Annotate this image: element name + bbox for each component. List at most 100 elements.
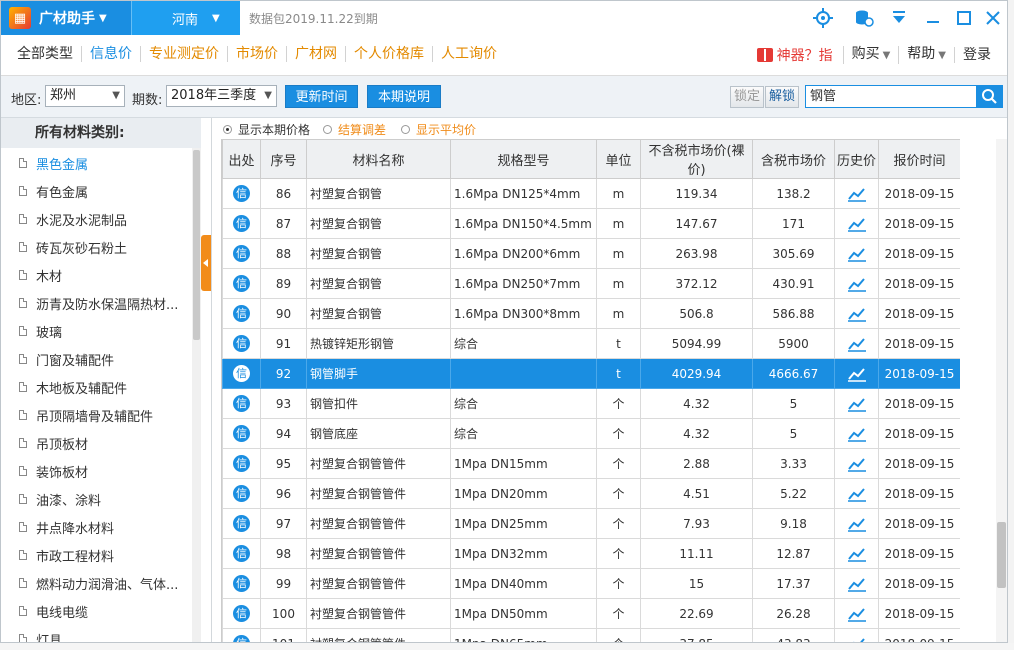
sidebar-item-category[interactable]: 灯具: [1, 625, 191, 642]
table-row[interactable]: 信 89 衬塑复合钢管 1.6Mpa DN250*7mm m 372.12 430.91 20…: [222, 268, 960, 299]
sidebar-item-category[interactable]: 水泥及水泥制品: [1, 205, 191, 233]
trend-chart-icon[interactable]: [847, 276, 867, 292]
source-info-badge[interactable]: 信: [233, 545, 250, 562]
source-info-badge[interactable]: 信: [233, 395, 250, 412]
trend-chart-icon[interactable]: [847, 246, 867, 262]
close-icon[interactable]: [983, 8, 1003, 28]
table-row[interactable]: 信 88 衬塑复合钢管 1.6Mpa DN200*6mm m 263.98 305.69 20…: [222, 238, 960, 269]
trend-chart-icon[interactable]: [847, 186, 867, 202]
source-info-badge[interactable]: 信: [233, 305, 250, 322]
table-row[interactable]: 信 91 热镀锌矩形钢管 综合 t 5094.99 5900 2018-09-15: [222, 328, 960, 359]
update-time-button[interactable]: 更新时间: [285, 85, 358, 108]
region-dropdown[interactable]: 河南 ▼: [131, 1, 240, 35]
sidebar-item-category[interactable]: 吊顶板材: [1, 429, 191, 457]
table-row[interactable]: 信 99 衬塑复合钢管管件 1Mpa DN40mm 个 15 17.37 2018-09-15: [222, 568, 960, 599]
source-info-badge[interactable]: 信: [233, 485, 250, 502]
sidebar-item-category[interactable]: 黑色金属: [1, 149, 191, 177]
table-row[interactable]: 信 100 衬塑复合钢管管件 1Mpa DN50mm 个 22.69 26.28 2018-0…: [222, 598, 960, 629]
target-icon[interactable]: [812, 8, 834, 30]
table-row[interactable]: 信 87 衬塑复合钢管 1.6Mpa DN150*4.5mm m 147.67 171 201…: [222, 208, 960, 239]
trend-chart-icon[interactable]: [847, 216, 867, 232]
source-info-badge[interactable]: 信: [233, 275, 250, 292]
login-button[interactable]: 登录: [954, 47, 999, 63]
trend-chart-icon[interactable]: [847, 306, 867, 322]
sidebar-item-category[interactable]: 吊顶隔墙骨及辅配件: [1, 401, 191, 429]
trend-chart-icon[interactable]: [847, 426, 867, 442]
database-icon[interactable]: [853, 8, 875, 30]
source-info-badge[interactable]: 信: [233, 425, 250, 442]
column-header[interactable]: 不含税市场价(裸价): [640, 139, 753, 179]
table-row[interactable]: 信 93 钢管扣件 综合个 4.32 5 2018-09-15: [222, 388, 960, 419]
sidebar-item-category[interactable]: 玻璃: [1, 317, 191, 345]
trend-chart-icon[interactable]: [847, 396, 867, 412]
search-button[interactable]: [976, 85, 1003, 108]
trend-chart-icon[interactable]: [847, 366, 867, 382]
table-row[interactable]: 信 92 钢管脚手 t 4029.94 4666.67 2018-09-15: [222, 358, 960, 389]
trend-chart-icon[interactable]: [847, 606, 867, 622]
app-menu-button[interactable]: ▦ 广材助手 ▼: [1, 1, 131, 35]
column-header[interactable]: 历史价: [834, 139, 879, 179]
lock-button[interactable]: 锁定: [730, 86, 764, 108]
unlock-button[interactable]: 解锁: [765, 86, 799, 108]
period-description-button[interactable]: 本期说明: [367, 85, 441, 108]
tab-manual-inquiry[interactable]: 人工询价: [433, 46, 505, 62]
table-row[interactable]: 信 95 衬塑复合钢管管件 1Mpa DN15mm 个 2.88 3.33 2018-09-1…: [222, 448, 960, 479]
tab-market-price[interactable]: 市场价: [228, 46, 287, 62]
column-header[interactable]: 含税市场价: [752, 139, 835, 179]
column-header[interactable]: 报价时间: [878, 139, 960, 179]
source-info-badge[interactable]: 信: [233, 635, 250, 642]
collapse-sidebar-handle[interactable]: [201, 235, 211, 291]
column-header[interactable]: 出处: [222, 139, 261, 179]
source-info-badge[interactable]: 信: [233, 245, 250, 262]
source-info-badge[interactable]: 信: [233, 365, 250, 382]
sidebar-scrollbar[interactable]: [192, 148, 201, 642]
source-info-badge[interactable]: 信: [233, 515, 250, 532]
trend-chart-icon[interactable]: [847, 576, 867, 592]
help-menu[interactable]: 帮助 ▼: [898, 46, 954, 64]
source-info-badge[interactable]: 信: [233, 185, 250, 202]
table-row[interactable]: 信 94 钢管底座 综合个 4.32 5 2018-09-15: [222, 418, 960, 449]
sidebar-item-category[interactable]: 井点降水材料: [1, 513, 191, 541]
buy-menu[interactable]: 购买 ▼: [842, 46, 899, 64]
table-row[interactable]: 信 90 衬塑复合钢管 1.6Mpa DN300*8mm m 506.8 586.88 201…: [222, 298, 960, 329]
tab-guangcai-web[interactable]: 广材网: [287, 46, 346, 62]
column-header[interactable]: 序号: [260, 139, 307, 179]
radio-show-period-price[interactable]: 显示本期价格: [223, 121, 310, 138]
column-header[interactable]: 材料名称: [306, 139, 451, 179]
sidebar-item-category[interactable]: 电线电缆: [1, 597, 191, 625]
period-select[interactable]: 2018年三季度 ▼: [166, 85, 277, 107]
tab-all-types[interactable]: 全部类型: [9, 46, 82, 62]
trend-chart-icon[interactable]: [847, 456, 867, 472]
sidebar-item-category[interactable]: 燃料动力润滑油、气体...: [1, 569, 191, 597]
source-info-badge[interactable]: 信: [233, 575, 250, 592]
sidebar-item-category[interactable]: 沥青及防水保温隔热材...: [1, 289, 191, 317]
source-info-badge[interactable]: 信: [233, 335, 250, 352]
table-scroll-thumb[interactable]: [997, 522, 1006, 588]
sidebar-item-category[interactable]: 砖瓦灰砂石粉土: [1, 233, 191, 261]
table-row[interactable]: 信 97 衬塑复合钢管管件 1Mpa DN25mm 个 7.93 9.18 2018-09-1…: [222, 508, 960, 539]
radio-show-average[interactable]: 显示平均价: [401, 121, 476, 138]
region-select[interactable]: 郑州 ▼: [45, 85, 125, 107]
trend-chart-icon[interactable]: [847, 486, 867, 502]
source-info-badge[interactable]: 信: [233, 605, 250, 622]
tab-info-price[interactable]: 信息价: [82, 46, 141, 62]
column-header[interactable]: 规格型号: [450, 139, 597, 179]
column-header[interactable]: 单位: [596, 139, 641, 179]
sidebar-item-category[interactable]: 市政工程材料: [1, 541, 191, 569]
sidebar-item-category[interactable]: 有色金属: [1, 177, 191, 205]
sidebar-item-category[interactable]: 油漆、涂料: [1, 485, 191, 513]
source-info-badge[interactable]: 信: [233, 455, 250, 472]
sidebar-scroll-thumb[interactable]: [193, 150, 200, 340]
tab-professional-price[interactable]: 专业测定价: [141, 46, 228, 62]
sidebar-item-category[interactable]: 木材: [1, 261, 191, 289]
sidebar-item-category[interactable]: 门窗及辅配件: [1, 345, 191, 373]
tab-personal-price-library[interactable]: 个人价格库: [346, 46, 433, 62]
trend-chart-icon[interactable]: [847, 336, 867, 352]
maximize-icon[interactable]: [954, 8, 974, 28]
sidebar-item-category[interactable]: 木地板及辅配件: [1, 373, 191, 401]
search-input[interactable]: 钢管: [805, 85, 977, 108]
source-info-badge[interactable]: 信: [233, 215, 250, 232]
table-row[interactable]: 信 101衬塑复合钢管管件1Mpa DN65mm个37.8543.83 2018-0…: [222, 628, 960, 642]
trend-chart-icon[interactable]: [847, 546, 867, 562]
radio-settlement-adjust[interactable]: 结算调差: [323, 121, 386, 138]
